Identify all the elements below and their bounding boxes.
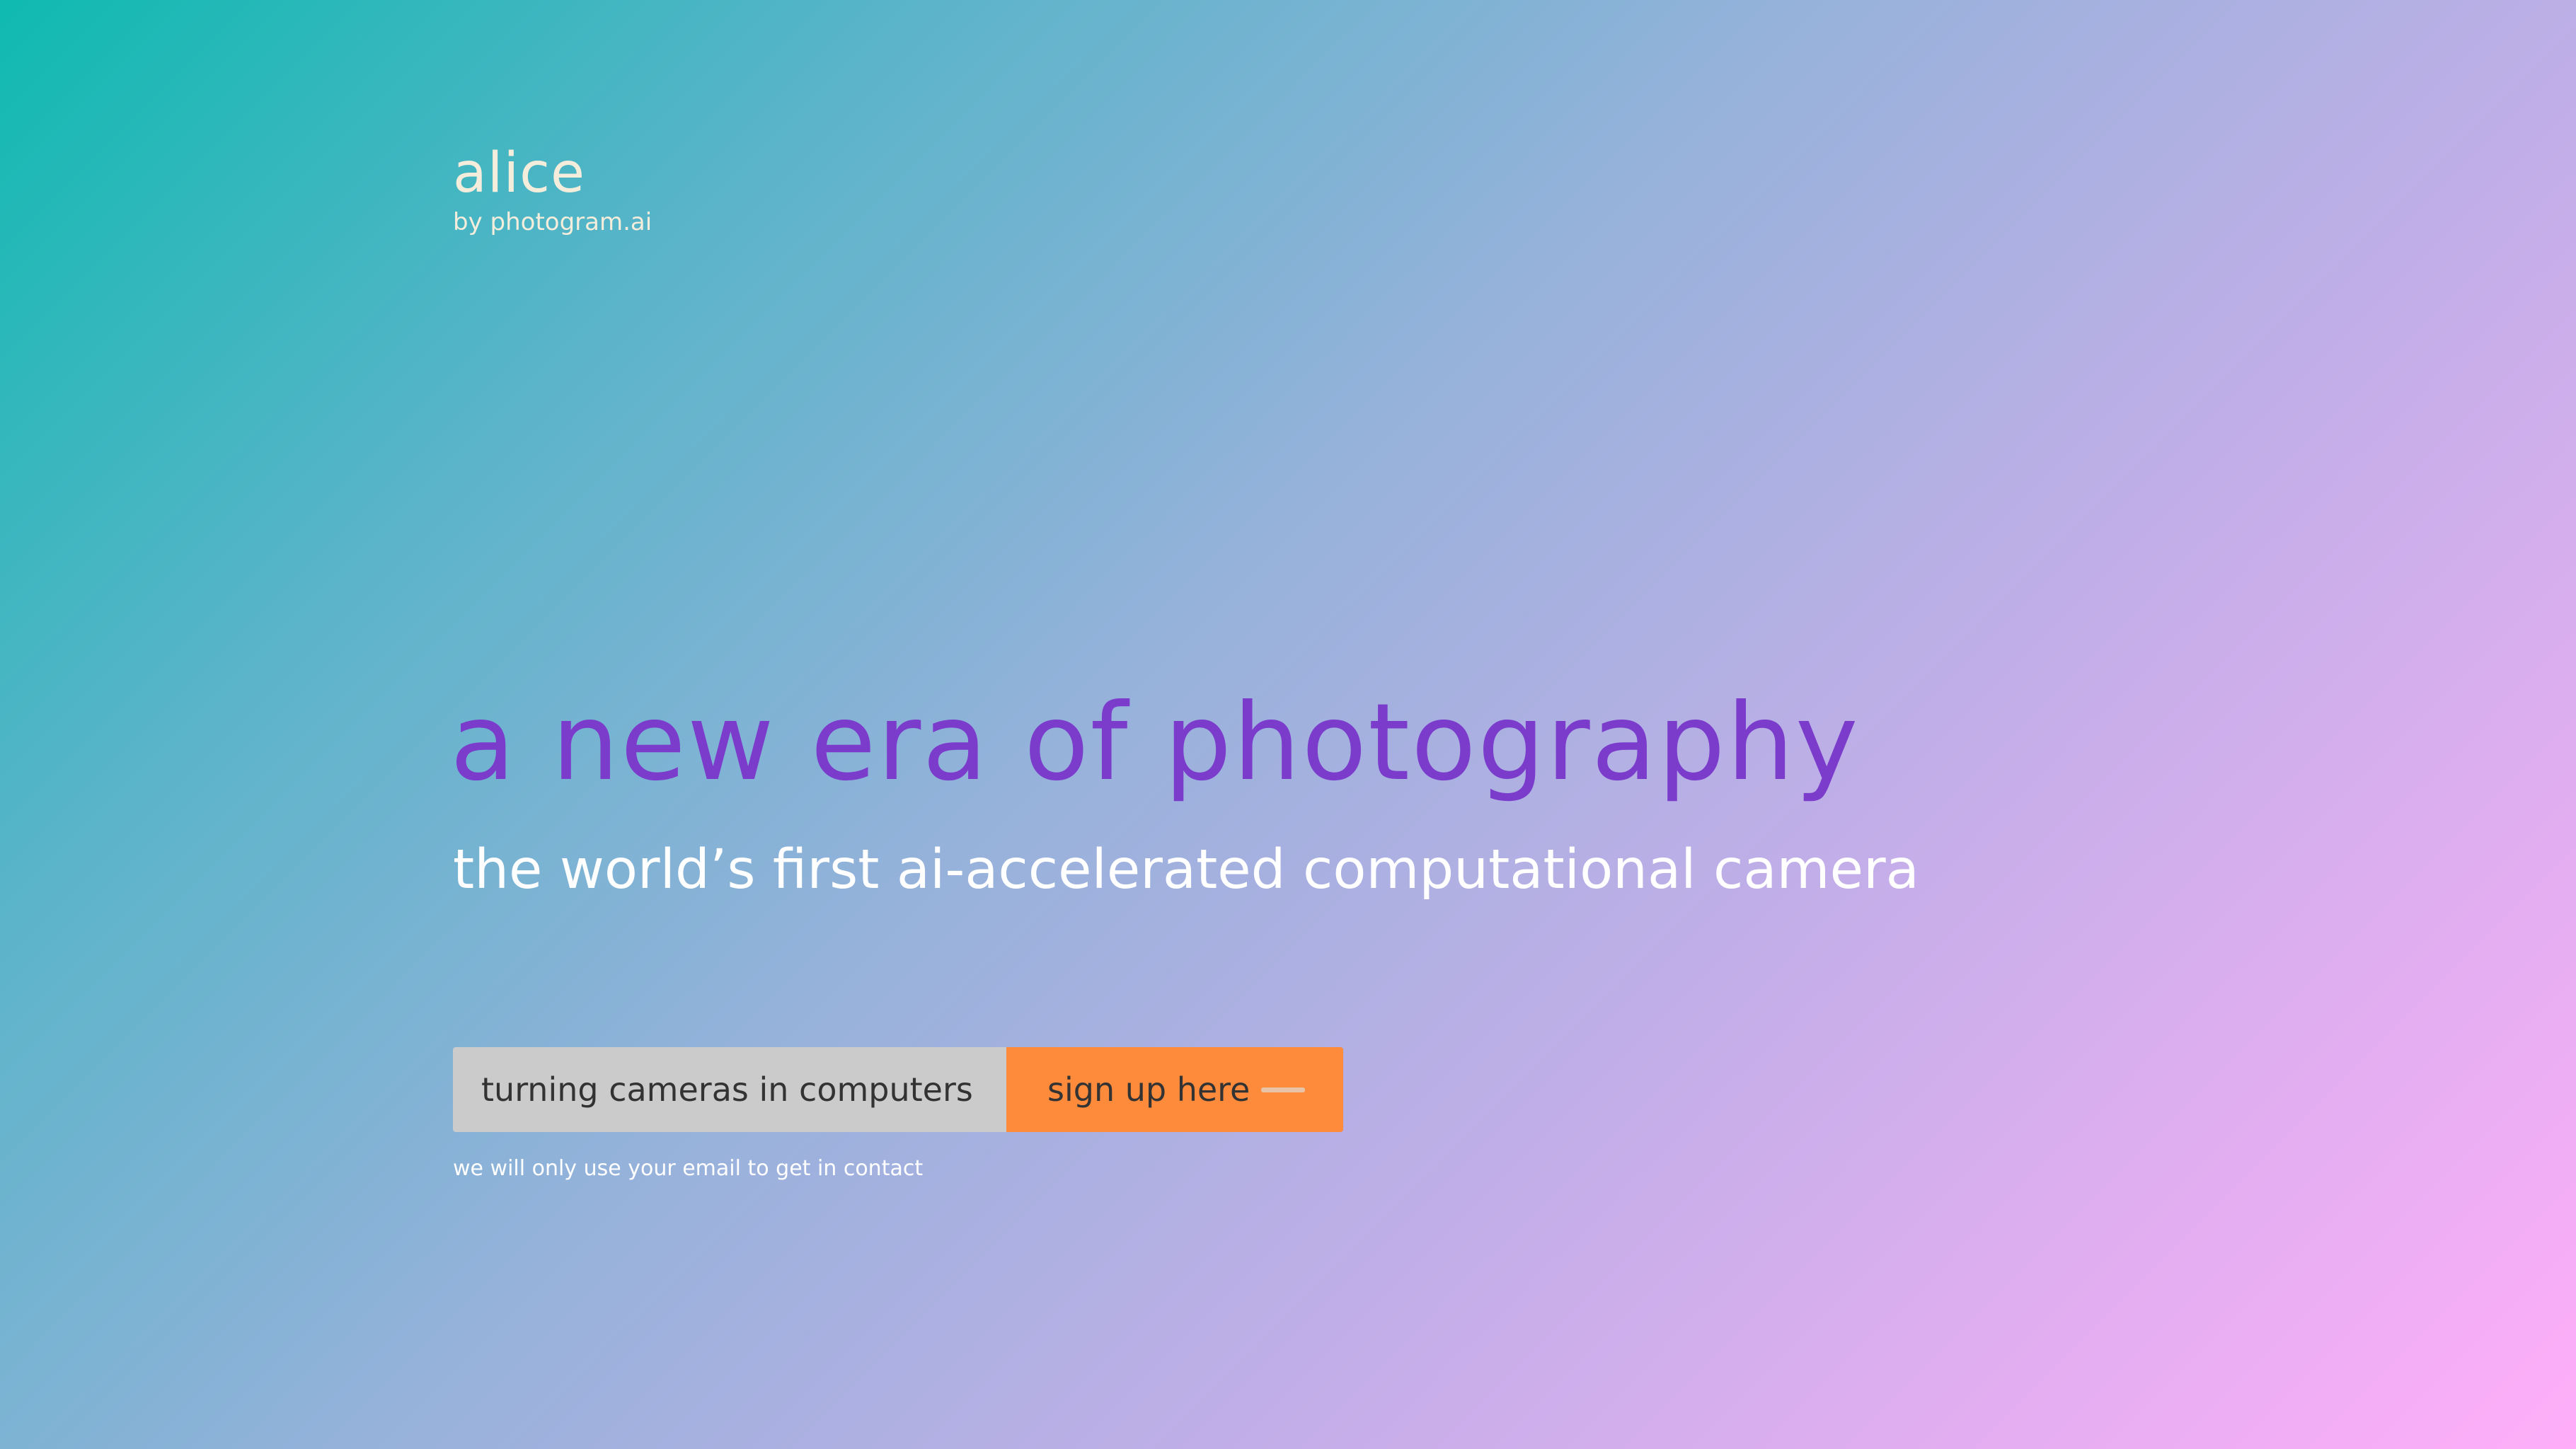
brand-byline: by photogram.ai	[453, 208, 652, 236]
privacy-note: we will only use your email to get in co…	[453, 1156, 924, 1181]
brand-logo[interactable]: alice by photogram.ai	[453, 142, 652, 238]
signup-form: sign up here	[453, 1047, 1343, 1132]
signup-button-label: sign up here	[1047, 1070, 1250, 1109]
email-input[interactable]	[453, 1047, 1006, 1132]
signup-button[interactable]: sign up here	[1006, 1047, 1343, 1132]
brand-name: alice	[453, 142, 586, 205]
hero-subheadline: the world’s first ai-accelerated computa…	[453, 838, 1919, 901]
dash-icon	[1261, 1087, 1305, 1092]
hero-headline: a new era of photography	[450, 681, 1860, 804]
